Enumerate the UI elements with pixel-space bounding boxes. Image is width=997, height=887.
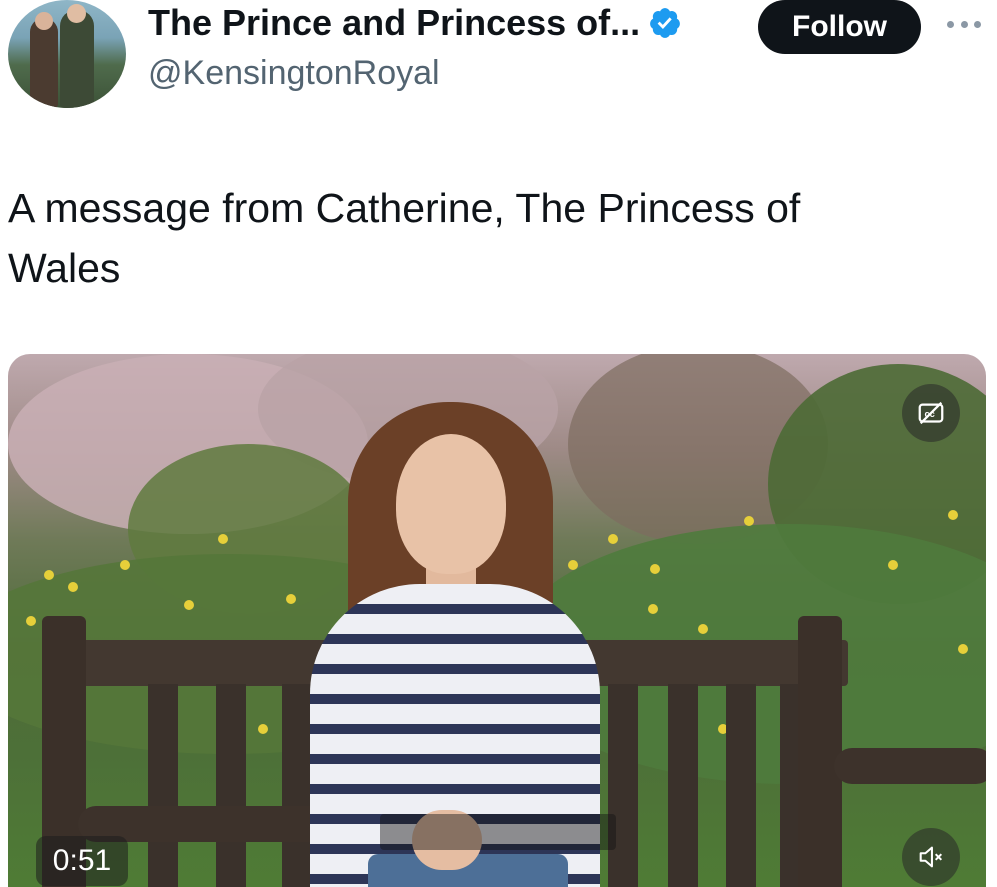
avatar-head-right [67,4,86,23]
avatar-figure-left [30,18,58,108]
daffodil [608,534,618,544]
avatar[interactable] [8,0,126,108]
daffodil [958,644,968,654]
daffodil [68,582,78,592]
video-player[interactable]: cc 0:51 [8,354,986,887]
daffodil [286,594,296,604]
speaker-muted-icon[interactable] [902,828,960,886]
tweet-text: A message from Catherine, The Princess o… [8,185,801,291]
dot [974,20,981,28]
captions-off-icon[interactable]: cc [902,384,960,442]
avatar-head-left [35,12,53,30]
daffodil [120,560,130,570]
bench-slat [148,684,178,887]
avatar-figure-right [60,10,94,108]
daffodil [648,604,658,614]
daffodil [26,616,36,626]
dot [947,20,954,28]
daffodil [568,560,578,570]
bench-slat [668,684,698,887]
daffodil [184,600,194,610]
daffodil [218,534,228,544]
follow-button[interactable]: Follow [758,0,921,54]
daffodil [258,724,268,734]
bench-slat [216,684,246,887]
bench-slat [726,684,756,887]
daffodil [744,516,754,526]
daffodil [948,510,958,520]
bench-post-right [798,616,842,887]
more-options-icon[interactable] [944,12,984,36]
bench-slat [282,684,312,887]
daffodil [650,564,660,574]
account-name[interactable]: The Prince and Princess of... [148,2,640,44]
verified-badge-icon [648,6,682,40]
daffodil [44,570,54,580]
account-name-row: The Prince and Princess of... [148,2,682,44]
bench-slat [608,684,638,887]
dot [960,20,968,28]
daffodil [888,560,898,570]
daffodil [698,624,708,634]
person-face [396,434,506,574]
caption-overlay [380,814,616,850]
bench-armrest-right [834,748,986,784]
video-duration-badge: 0:51 [36,836,128,886]
account-handle[interactable]: @KensingtonRoyal [148,54,440,93]
